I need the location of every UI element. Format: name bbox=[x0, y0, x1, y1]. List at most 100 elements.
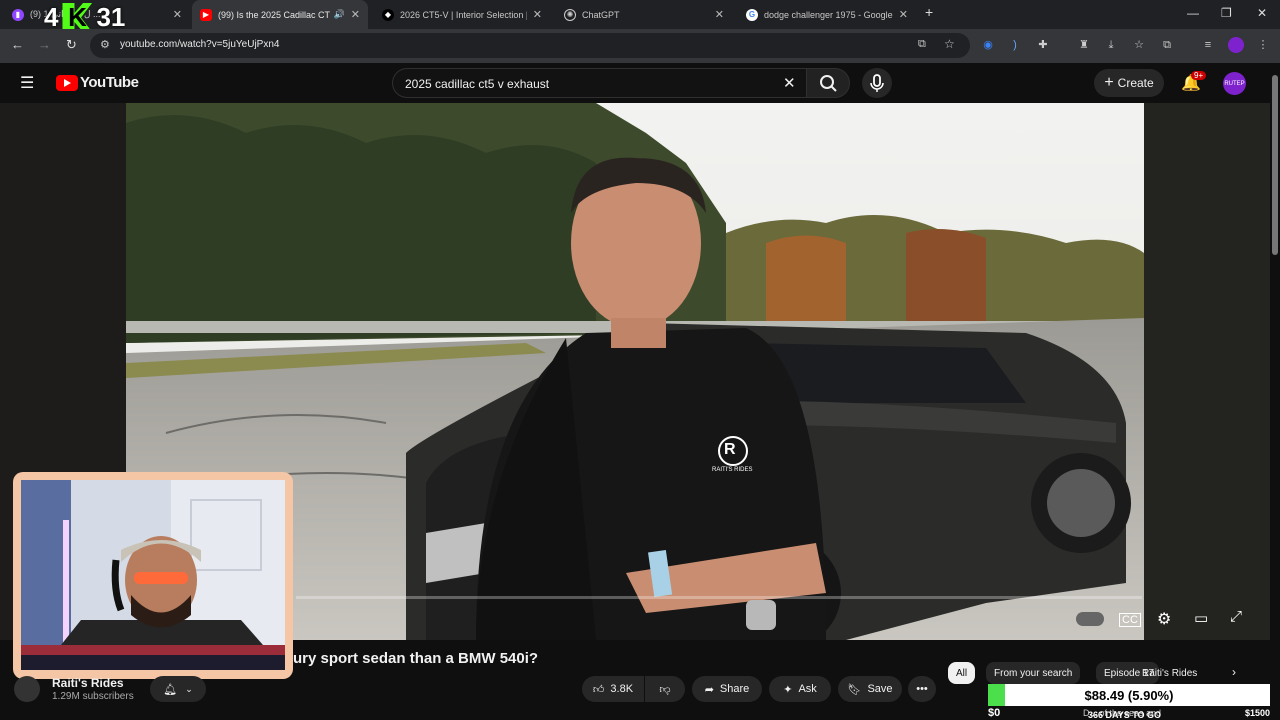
forward-icon[interactable]: → bbox=[38, 37, 51, 52]
back-icon[interactable]: ← bbox=[11, 37, 24, 52]
miniplayer-icon[interactable]: ▭ bbox=[1194, 609, 1208, 627]
menu-dots-icon[interactable]: ⋮ bbox=[1256, 38, 1270, 52]
address-bar[interactable]: ⚙ youtube.com/watch?v=5juYeUjPxn4 ⧉ ☆ bbox=[90, 33, 970, 58]
reload-icon[interactable]: ↻ bbox=[66, 37, 77, 53]
twitch-icon: ▮ bbox=[12, 8, 24, 21]
close-tab-icon[interactable]: ✕ bbox=[351, 8, 360, 21]
donation-goal-bar: $88.49 (5.90%) bbox=[988, 684, 1270, 706]
bell-icon: 🔔︎ bbox=[163, 683, 178, 696]
scrollbar-thumb[interactable] bbox=[1272, 75, 1278, 255]
goal-start: $0 bbox=[988, 707, 1001, 719]
goal-days-left: 366 DAYS TO GO bbox=[1088, 710, 1162, 720]
shirt-logo-text: RAITI'S RIDES bbox=[712, 467, 753, 473]
youtube-play-icon bbox=[56, 74, 78, 91]
minimize-button[interactable]: — bbox=[1187, 6, 1199, 20]
thumbs-up-icon: 👍︎ bbox=[592, 683, 605, 696]
search-icon bbox=[820, 75, 837, 92]
downloads-icon[interactable]: ⤓ bbox=[1104, 38, 1118, 52]
restore-button[interactable]: ❐ bbox=[1221, 6, 1232, 20]
search-input[interactable]: 2025 cadillac ct5 v exhaust ✕ bbox=[392, 68, 806, 98]
tab-title: ChatGPT bbox=[582, 9, 620, 20]
plus-icon: + bbox=[1104, 74, 1114, 91]
bookmark-star-icon[interactable]: ☆ bbox=[944, 37, 955, 51]
kick-logo-icon: K bbox=[62, 2, 93, 33]
chip-from-your-search[interactable]: From your search bbox=[986, 662, 1081, 684]
extension-shield-icon[interactable]: ◉ bbox=[981, 38, 995, 52]
browser-tab-5[interactable]: G dodge challenger 1975 - Google S ✕ bbox=[738, 0, 916, 29]
hamburger-menu-icon[interactable]: ☰ bbox=[20, 73, 34, 93]
close-tab-icon[interactable]: ✕ bbox=[533, 8, 542, 21]
speaker-icon[interactable]: 🔊 bbox=[334, 9, 345, 20]
like-count: 3.8K bbox=[610, 683, 634, 695]
share-icon: ➦ bbox=[704, 683, 714, 696]
site-info-icon[interactable]: ⚙ bbox=[100, 38, 110, 51]
close-window-button[interactable]: ✕ bbox=[1257, 6, 1267, 20]
clear-search-icon[interactable]: ✕ bbox=[783, 74, 796, 92]
chip-next-arrow-icon[interactable]: › bbox=[1232, 665, 1236, 679]
goal-amount: $88.49 (5.90%) bbox=[1084, 687, 1174, 703]
microphone-icon bbox=[870, 74, 884, 92]
favorites-icon[interactable]: ☆ bbox=[1132, 38, 1146, 52]
create-button[interactable]: + Create bbox=[1094, 69, 1164, 97]
extension-audio-icon[interactable]: ) bbox=[1008, 38, 1022, 52]
browser-tab-4[interactable]: ✺ ChatGPT ✕ bbox=[556, 0, 732, 29]
browser-toolbar: ← → ↻ ⚙ youtube.com/watch?v=5juYeUjPxn4 … bbox=[0, 29, 1280, 63]
goal-target: $1500 bbox=[1244, 708, 1270, 718]
browser-tab-2[interactable]: ▶ (99) Is the 2025 Cadillac CT5-V 🔊 ✕ bbox=[192, 0, 368, 29]
chip-all[interactable]: All bbox=[948, 662, 976, 684]
voice-search-button[interactable] bbox=[862, 68, 892, 98]
more-dots-icon: ••• bbox=[916, 683, 928, 695]
video-title: ury sport sedan than a BMW 540i? bbox=[293, 650, 539, 667]
url-text[interactable]: youtube.com/watch?v=5juYeUjPxn4 bbox=[120, 39, 279, 50]
create-label: Create bbox=[1117, 76, 1154, 90]
search-query[interactable]: 2025 cadillac ct5 v exhaust bbox=[405, 77, 549, 91]
chatgpt-favicon-icon: ✺ bbox=[564, 8, 576, 21]
profile-icon[interactable] bbox=[1228, 37, 1244, 53]
install-app-icon[interactable]: ⧉ bbox=[918, 38, 926, 51]
notification-bell-button[interactable]: 🔔︎ ⌄ bbox=[150, 676, 206, 702]
reading-list-icon[interactable]: ≡ bbox=[1201, 38, 1215, 52]
account-avatar[interactable]: RUTEP bbox=[1223, 72, 1246, 95]
close-tab-icon[interactable]: ✕ bbox=[715, 8, 724, 21]
youtube-logo[interactable]: YouTube bbox=[56, 74, 139, 91]
extensions-puzzle-icon[interactable]: ✚ bbox=[1036, 38, 1050, 52]
fullscreen-icon[interactable]: ⤢ bbox=[1230, 608, 1242, 625]
goal-footer: $0 D... of the seas and 366 DAYS TO GO $… bbox=[988, 706, 1270, 720]
captions-icon[interactable]: CC bbox=[1119, 613, 1141, 627]
tab-title: dodge challenger 1975 - Google S bbox=[764, 9, 893, 20]
streamer-webcam bbox=[13, 472, 293, 679]
like-button[interactable]: 👍︎ 3.8K bbox=[582, 676, 644, 702]
new-tab-button[interactable]: + bbox=[925, 4, 933, 20]
channel-name[interactable]: Raiti's Rides bbox=[52, 676, 124, 690]
performance-icon[interactable]: ♜ bbox=[1077, 38, 1091, 52]
ask-button[interactable]: ✦ Ask bbox=[769, 676, 831, 702]
sparkle-icon: ✦ bbox=[783, 683, 793, 696]
google-favicon-icon: G bbox=[746, 8, 758, 21]
channel-avatar[interactable] bbox=[14, 676, 40, 702]
browser-tab-3[interactable]: ◆ 2026 CT5-V | Interior Selection | C ✕ bbox=[374, 0, 550, 29]
youtube-wordmark: YouTube bbox=[80, 74, 139, 91]
browser-tab-strip: ▮ ل ايجاراتي 1 (9) ... ✕ ▶ (99) Is the 2… bbox=[0, 0, 1280, 29]
share-label: Share bbox=[719, 683, 750, 695]
tab-title: 2026 CT5-V | Interior Selection | C bbox=[400, 9, 527, 20]
more-actions-button[interactable]: ••• bbox=[908, 676, 936, 702]
share-button[interactable]: ➦ Share bbox=[692, 676, 762, 702]
chip-raitis-rides[interactable]: Raiti's Rides bbox=[1134, 662, 1205, 684]
video-progress-bar[interactable] bbox=[296, 596, 1142, 599]
settings-gear-icon[interactable]: ⚙ bbox=[1157, 609, 1171, 629]
dislike-button[interactable]: 👎︎ bbox=[645, 676, 685, 702]
shirt-logo-letter: R bbox=[724, 441, 736, 458]
search-button[interactable] bbox=[806, 68, 850, 98]
thumbs-down-icon: 👎︎ bbox=[659, 683, 671, 696]
subscriber-count: 1.29M subscribers bbox=[52, 691, 134, 702]
notification-badge: 9+ bbox=[1191, 71, 1207, 80]
save-label: Save bbox=[867, 683, 893, 695]
close-tab-icon[interactable]: ✕ bbox=[173, 8, 182, 21]
tab-title: (99) Is the 2025 Cadillac CT5-V bbox=[218, 9, 330, 20]
close-tab-icon[interactable]: ✕ bbox=[899, 8, 908, 21]
ask-label: Ask bbox=[798, 683, 817, 695]
collections-icon[interactable]: ⧉ bbox=[1160, 38, 1174, 52]
autoplay-toggle[interactable] bbox=[1076, 612, 1104, 626]
avatar-text: RUTEP bbox=[1224, 80, 1245, 87]
save-button[interactable]: 🔖︎ Save bbox=[838, 676, 902, 702]
